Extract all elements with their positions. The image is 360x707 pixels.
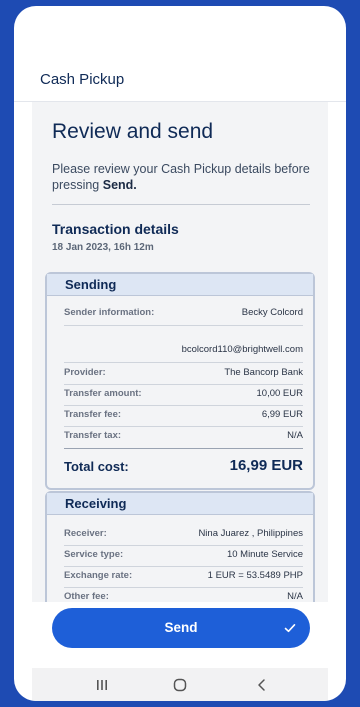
sender-email: bcolcord110@brightwell.com (181, 344, 303, 355)
row-divider (64, 566, 303, 567)
service-type-row: Service type: 10 Minute Service (64, 549, 303, 563)
transfer-fee-value: 6,99 EUR (261, 409, 303, 420)
divider (52, 204, 310, 205)
receiver-label: Receiver: (64, 528, 107, 539)
total-cost-value: 16,99 EUR (229, 457, 303, 474)
review-content[interactable]: Review and send Please review your Cash … (32, 102, 328, 606)
exchange-rate-row: Exchange rate: 1 EUR = 53.5489 PHP (64, 570, 303, 584)
send-button[interactable]: Send (52, 608, 310, 648)
row-divider (64, 587, 303, 588)
sender-email-row: bcolcord110@brightwell.com (64, 344, 303, 358)
transaction-date: 18 Jan 2023, 16h 12m (52, 242, 154, 253)
receiver-value: Nina Juarez , Philippines (198, 528, 303, 539)
total-cost-row: Total cost: 16,99 EUR (64, 457, 303, 477)
provider-row: Provider: The Bancorp Bank (64, 367, 303, 381)
transaction-details-title: Transaction details (52, 221, 179, 237)
row-divider (64, 362, 303, 363)
transfer-tax-label: Transfer tax: (64, 430, 122, 441)
row-divider (64, 325, 303, 326)
row-divider (64, 426, 303, 427)
transfer-amount-label: Transfer amount: (64, 388, 142, 399)
transfer-tax-value: N/A (287, 430, 303, 441)
exchange-rate-value: 1 EUR = 53.5489 PHP (207, 570, 303, 581)
total-divider (64, 448, 303, 449)
sender-info-row: Sender information: Becky Colcord (64, 307, 303, 321)
app-title: Cash Pickup (40, 71, 125, 88)
service-type-label: Service type: (64, 549, 124, 560)
sending-card: Sending Sender information: Becky Colcor… (45, 272, 315, 490)
row-divider (64, 405, 303, 406)
instructions-text: Please review your Cash Pickup details b… (52, 162, 310, 192)
recent-apps-icon[interactable] (92, 678, 112, 692)
row-divider (64, 384, 303, 385)
transfer-fee-label: Transfer fee: (64, 409, 122, 420)
sender-name: Becky Colcord (241, 307, 303, 318)
check-icon (284, 624, 296, 633)
instructions-send-word: Send. (102, 178, 137, 192)
phone-screen: Cash Pickup Review and send Please revie… (14, 6, 346, 701)
back-icon[interactable] (252, 678, 272, 692)
receiver-row: Receiver: Nina Juarez , Philippines (64, 528, 303, 542)
sender-info-label: Sender information: (64, 307, 155, 318)
home-icon[interactable] (170, 678, 190, 692)
app-bar: Cash Pickup (14, 62, 346, 102)
total-cost-label: Total cost: (64, 459, 129, 474)
page-title: Review and send (52, 120, 214, 143)
transfer-amount-row: Transfer amount: 10,00 EUR (64, 388, 303, 402)
send-button-area: Send (14, 602, 346, 668)
system-nav-bar (32, 668, 328, 701)
provider-label: Provider: (64, 367, 106, 378)
other-fee-label: Other fee: (64, 591, 109, 602)
row-divider (64, 545, 303, 546)
receiving-card-header: Receiving (47, 493, 313, 515)
transfer-amount-value: 10,00 EUR (256, 388, 303, 399)
provider-value: The Bancorp Bank (224, 367, 303, 378)
receiving-card: Receiving Receiver: Nina Juarez , Philip… (45, 491, 315, 606)
service-type-value: 10 Minute Service (226, 549, 303, 560)
send-button-label: Send (164, 620, 198, 635)
exchange-rate-label: Exchange rate: (64, 570, 133, 581)
review-instructions: Please review your Cash Pickup details b… (52, 161, 314, 193)
sending-card-header: Sending (47, 274, 313, 296)
transfer-fee-row: Transfer fee: 6,99 EUR (64, 409, 303, 423)
transfer-tax-row: Transfer tax: N/A (64, 430, 303, 444)
other-fee-value: N/A (287, 591, 303, 602)
